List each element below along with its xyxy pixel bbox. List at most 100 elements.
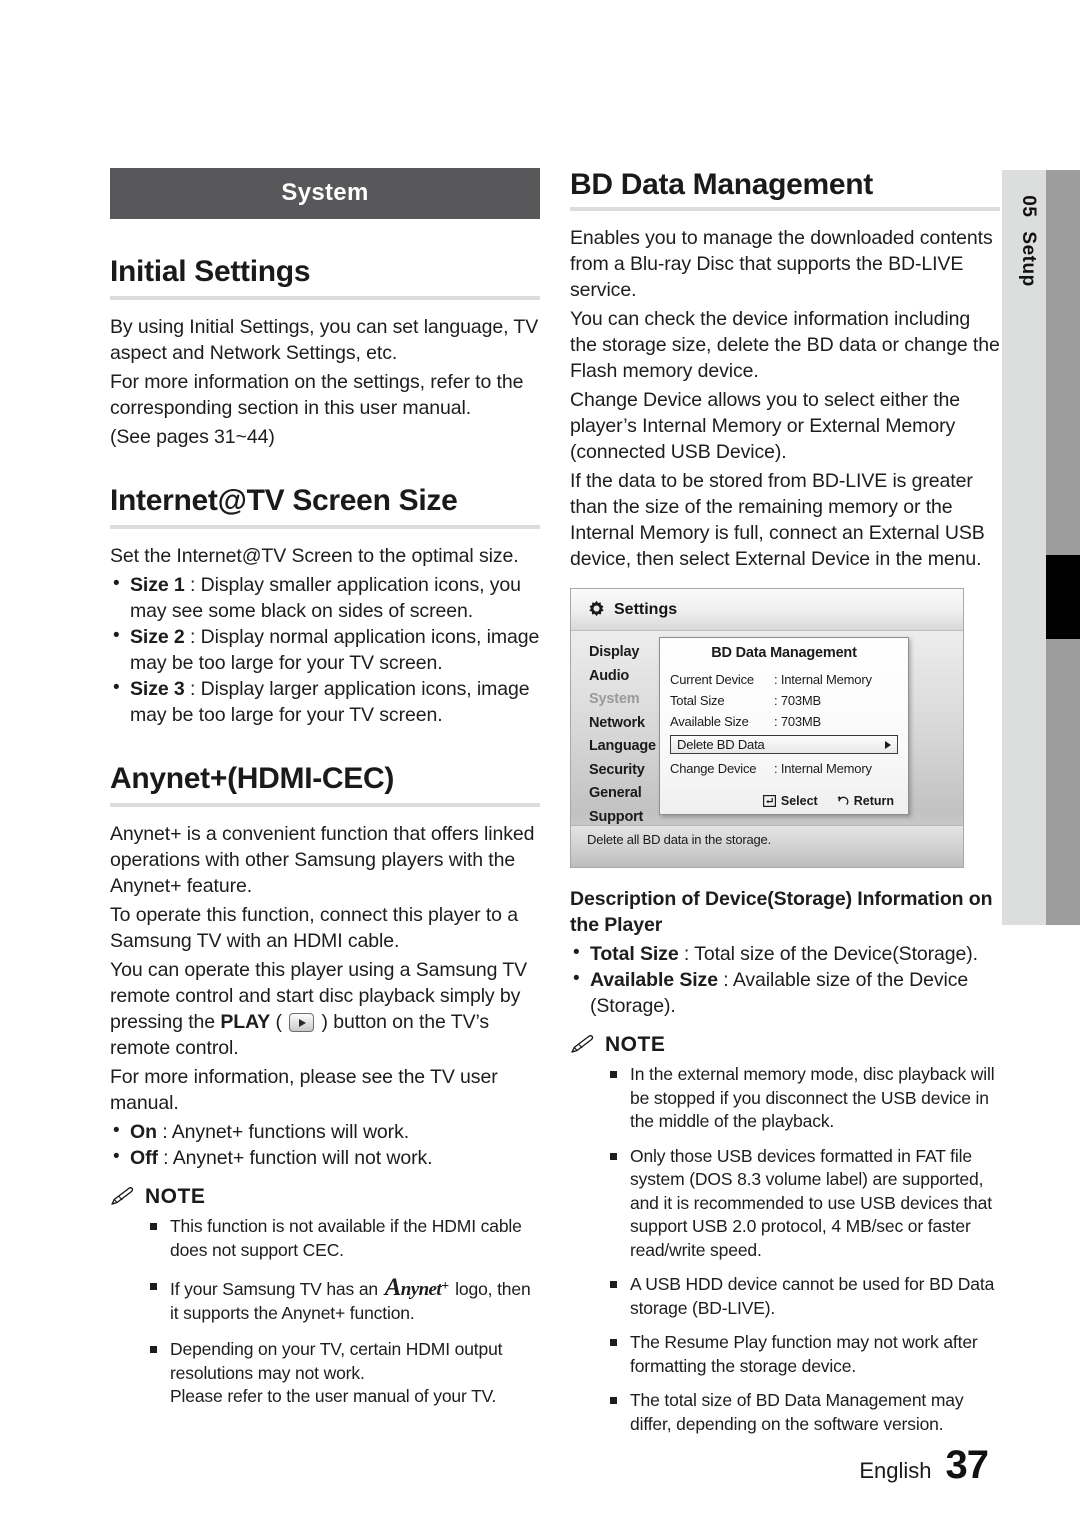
list-item: The total size of BD Data Management may… <box>608 1389 1000 1436</box>
list-item-term: On <box>130 1121 157 1143</box>
return-action[interactable]: Return <box>836 794 894 808</box>
list-item-term: Size 3 <box>130 678 185 700</box>
edge-tab-dark <box>1046 170 1080 925</box>
tv-status-bar: Delete all BD data in the storage. <box>571 825 963 867</box>
row-value: : Internal Memory <box>774 672 872 687</box>
select-label: Select <box>780 794 818 808</box>
internet-tv-size-list: Size 1 : Display smaller application ico… <box>110 571 540 728</box>
chapter-number: 05 <box>1018 195 1039 218</box>
tv-title: Settings <box>614 600 678 618</box>
heading-rule <box>570 207 1000 211</box>
list-item: If your Samsung TV has an Anynet+ logo, … <box>148 1275 540 1325</box>
description-list: Total Size : Total size of the Device(St… <box>570 940 1000 1019</box>
play-button-icon <box>289 1013 315 1032</box>
left-column: System Initial Settings By using Initial… <box>110 168 540 1422</box>
row-key: Current Device <box>670 672 754 687</box>
pencil-icon <box>571 1035 594 1053</box>
anynet-para-2: To operate this function, connect this p… <box>110 904 518 952</box>
footer-language: English <box>859 1458 932 1483</box>
heading-anynet-hdmi-cec: Anynet+(HDMI-CEC) <box>110 762 395 795</box>
dialog-row-current-device: Current Device : Internal Memory <box>670 669 898 690</box>
list-item: Only those USB devices formatted in FAT … <box>608 1145 1000 1263</box>
internet-tv-intro: Set the Internet@TV Screen to the optima… <box>110 545 519 567</box>
heading-bd-data-management: BD Data Management <box>570 168 873 201</box>
pencil-icon <box>111 1187 134 1205</box>
list-item: Available Size : Available size of the D… <box>570 966 1000 1019</box>
section-banner: System <box>110 168 540 219</box>
list-item: On : Anynet+ functions will work. <box>110 1118 540 1145</box>
note-label: NOTE <box>145 1185 206 1208</box>
bd-data-note-list: In the external memory mode, disc playba… <box>608 1063 1000 1436</box>
list-item: Size 1 : Display smaller application ico… <box>110 571 540 624</box>
right-column: BD Data Management Enables you to manage… <box>570 168 1000 1447</box>
bd-data-para-4: If the data to be stored from BD-LIVE is… <box>570 470 985 570</box>
list-item-desc: : Display smaller application icons, you… <box>130 574 521 622</box>
description-heading: Description of Device(Storage) Informati… <box>570 888 993 936</box>
dialog-row-change-device[interactable]: Change Device : Internal Memory <box>670 758 898 779</box>
heading-rule <box>110 803 540 807</box>
heading-rule <box>110 525 540 529</box>
list-item: Off : Anynet+ function will not work. <box>110 1144 540 1171</box>
anynet-note-list: This function is not available if the HD… <box>148 1215 540 1409</box>
anynet-logo: Anynet+ <box>384 1274 449 1301</box>
note-header: NOTE <box>570 1033 1000 1057</box>
list-item-term: Size 2 <box>130 626 185 648</box>
bd-data-para-1: Enables you to manage the downloaded con… <box>570 227 993 301</box>
tv-title-bar: Settings <box>571 589 963 631</box>
chapter-name: Setup <box>1018 231 1039 287</box>
manual-page: 05 Setup System Initial Settings By using… <box>0 0 1080 1532</box>
gear-icon <box>589 600 604 617</box>
list-item-desc: : Total size of the Device(Storage). <box>678 943 978 965</box>
row-value: : 703MB <box>774 693 822 708</box>
dialog-footer: Select Return <box>660 794 908 808</box>
anynet-para-3: You can operate this player using a Sams… <box>110 957 540 1061</box>
heading-initial-settings: Initial Settings <box>110 255 311 288</box>
list-item: Size 3 : Display larger application icon… <box>110 675 540 728</box>
list-item-term: Size 1 <box>130 574 185 596</box>
chevron-right-icon <box>885 740 891 749</box>
dialog-row-delete-bd-data[interactable]: Delete BD Data <box>670 735 898 754</box>
bd-data-para-3: Change Device allows you to select eithe… <box>570 389 961 463</box>
tv-settings-screenshot: Settings Display Audio System Network La… <box>570 588 964 868</box>
dialog-title: BD Data Management <box>711 645 857 661</box>
row-key: Total Size <box>670 693 725 708</box>
tv-body: Display Audio System Network Language Se… <box>571 631 963 827</box>
heading-internet-tv-screen-size: Internet@TV Screen Size <box>110 484 458 517</box>
row-key: Available Size <box>670 714 749 729</box>
list-item: In the external memory mode, disc playba… <box>608 1063 1000 1134</box>
bd-data-management-dialog: BD Data Management Current Device : Inte… <box>659 637 909 815</box>
initial-settings-para-3: (See pages 31~44) <box>110 426 275 448</box>
list-item-desc: : Anynet+ function will not work. <box>157 1147 433 1169</box>
list-item: Depending on your TV, certain HDMI outpu… <box>148 1338 540 1409</box>
list-item: The Resume Play function may not work af… <box>608 1331 1000 1378</box>
dialog-row-total-size: Total Size : 703MB <box>670 690 898 711</box>
chapter-edge-strip: 05 Setup <box>1002 170 1080 925</box>
anynet-para-4: For more information, please see the TV … <box>110 1066 498 1114</box>
list-item: Total Size : Total size of the Device(St… <box>570 940 1000 967</box>
heading-rule <box>110 296 540 300</box>
note-text-before: If your Samsung TV has an <box>170 1279 383 1299</box>
page-footer: English 37 <box>859 1443 989 1488</box>
list-item: This function is not available if the HD… <box>148 1215 540 1262</box>
anynet-para-1: Anynet+ is a convenient function that of… <box>110 823 535 897</box>
list-item: Size 2 : Display normal application icon… <box>110 623 540 676</box>
play-key-label: PLAY <box>220 1011 271 1033</box>
initial-settings-para-1: By using Initial Settings, you can set l… <box>110 316 539 364</box>
list-item-desc: : Anynet+ functions will work. <box>156 1121 410 1143</box>
enter-icon <box>762 795 776 807</box>
row-key: Delete BD Data <box>677 737 765 752</box>
return-label: Return <box>853 794 894 808</box>
note-label: NOTE <box>605 1033 666 1056</box>
select-action[interactable]: Select <box>762 794 818 808</box>
initial-settings-para-2: For more information on the settings, re… <box>110 371 524 419</box>
anynet-option-list: On : Anynet+ functions will work. Off : … <box>110 1118 540 1171</box>
dialog-row-available-size: Available Size : 703MB <box>670 711 898 732</box>
row-value: : Internal Memory <box>774 761 872 776</box>
list-item-term: Available Size <box>590 969 718 991</box>
list-item: A USB HDD device cannot be used for BD D… <box>608 1273 1000 1320</box>
edge-tab-marker <box>1046 555 1080 639</box>
list-item-desc: : Display larger application icons, imag… <box>130 678 530 726</box>
return-arrow-icon <box>837 796 849 806</box>
list-item-term: Total Size <box>590 943 679 965</box>
note-header: NOTE <box>110 1185 540 1209</box>
